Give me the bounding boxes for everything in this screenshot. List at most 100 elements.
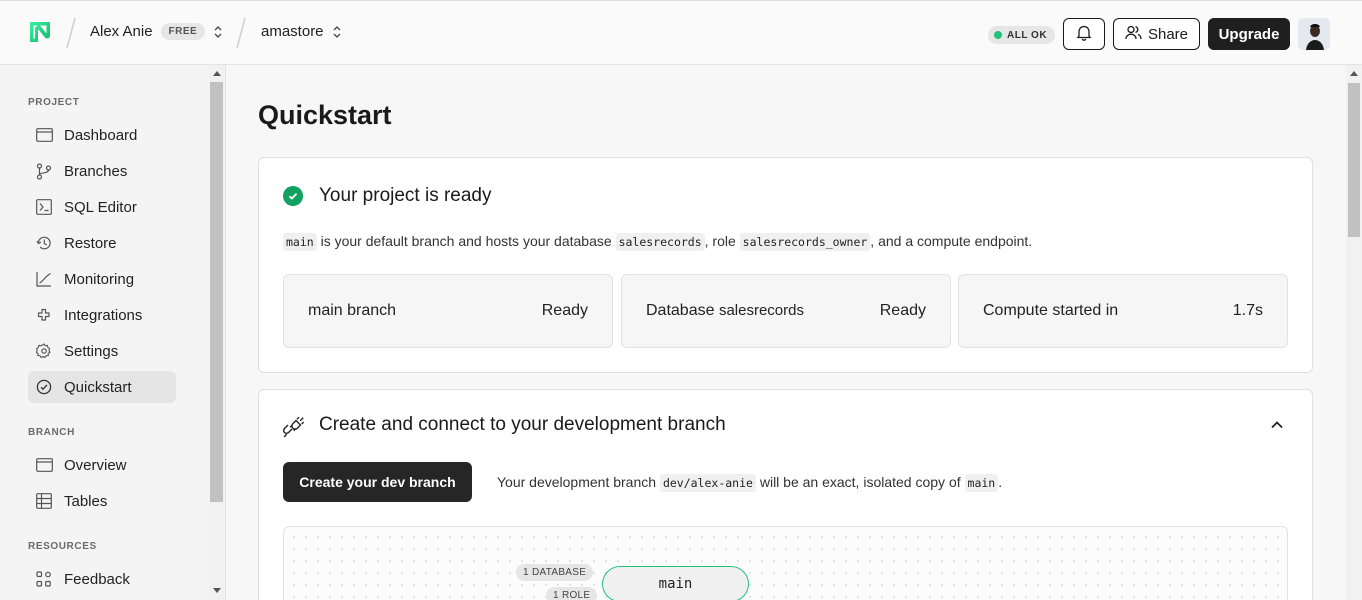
sidebar-item-label: Monitoring	[64, 270, 135, 288]
status-badge[interactable]: ALL OK	[988, 26, 1056, 44]
monitoring-icon	[35, 270, 53, 288]
sidebar-item-tables[interactable]: Tables	[28, 485, 176, 517]
dev-branch-code: dev/alex-anie	[659, 474, 756, 492]
sidebar-item-feedback[interactable]: Feedback	[28, 563, 176, 595]
main-branch-node[interactable]: main	[602, 566, 749, 600]
gear-icon	[35, 342, 53, 360]
project-switcher[interactable]: amastore	[261, 23, 342, 40]
sidebar-item-sql-editor[interactable]: SQL Editor	[28, 191, 176, 223]
description-text: , role	[704, 233, 736, 249]
branch-graph: 1 DATABASE 1 ROLE main	[283, 526, 1288, 600]
sidebar-item-quickstart[interactable]: Quickstart	[28, 371, 176, 403]
plan-badge: FREE	[160, 23, 206, 40]
sidebar-item-label: Settings	[64, 342, 119, 360]
feedback-icon	[35, 570, 53, 588]
branch-status-tile: main branch Ready	[283, 274, 613, 348]
sidebar: PROJECT Dashboard Branches SQL Editor Re…	[0, 65, 226, 600]
sidebar-item-label: Tables	[64, 492, 108, 510]
card-title: Create and connect to your development b…	[319, 414, 726, 435]
sidebar-item-label: Overview	[64, 456, 127, 474]
sidebar-item-label: Feedback	[64, 570, 130, 588]
status-dot-icon	[994, 31, 1002, 39]
dev-branch-card: Create and connect to your development b…	[258, 389, 1313, 600]
description-text: .	[998, 474, 1003, 490]
share-button[interactable]: Share	[1113, 18, 1200, 50]
create-dev-branch-button[interactable]: Create your dev branch	[283, 462, 472, 502]
branches-icon	[35, 162, 53, 180]
top-bar: Alex Anie FREE amastore ALL OK Share Upg…	[0, 0, 1362, 65]
dev-branch-description: Your development branch dev/alex-anie wi…	[497, 474, 1003, 492]
breadcrumb-separator	[66, 17, 76, 49]
section-label-branch: BRANCH	[28, 427, 75, 438]
table-icon	[35, 492, 53, 510]
section-label-project: PROJECT	[28, 97, 80, 108]
sidebar-item-label: Restore	[64, 234, 117, 252]
sidebar-item-label: Quickstart	[64, 378, 132, 396]
project-name: amastore	[261, 23, 324, 40]
sidebar-item-dashboard[interactable]: Dashboard	[28, 119, 176, 151]
description-text: Your development branch	[497, 474, 657, 490]
scroll-up-arrow-icon[interactable]	[213, 71, 221, 76]
page-title: Quickstart	[258, 100, 392, 130]
branch-code: main	[283, 233, 317, 251]
project-ready-card: Your project is ready main is your defau…	[258, 157, 1313, 373]
neon-logo-icon[interactable]	[28, 20, 52, 44]
stat-value: Ready	[879, 302, 926, 319]
account-switcher[interactable]: Alex Anie FREE	[90, 23, 223, 40]
sidebar-item-settings[interactable]: Settings	[28, 335, 176, 367]
sidebar-item-integrations[interactable]: Integrations	[28, 299, 176, 331]
scroll-down-arrow-icon[interactable]	[213, 588, 221, 593]
role-count-tag: 1 ROLE	[546, 587, 598, 600]
check-circle-icon	[35, 378, 53, 396]
integrations-icon	[35, 306, 53, 324]
main-branch-code: main	[964, 474, 999, 492]
compute-status-tile: Compute started in 1.7s	[958, 274, 1288, 348]
project-description: main is your default branch and hosts yo…	[283, 233, 1033, 251]
sidebar-item-branches[interactable]: Branches	[28, 155, 176, 187]
chevron-updown-icon	[213, 24, 223, 40]
database-status-tile: Database salesrecords Ready	[621, 274, 951, 348]
stat-label-prefix: Database	[646, 302, 715, 319]
share-label: Share	[1147, 25, 1189, 43]
page-scroll-up-arrow-icon[interactable]	[1350, 71, 1358, 76]
overview-icon	[35, 456, 53, 474]
dashboard-icon	[35, 126, 53, 144]
avatar[interactable]	[1298, 18, 1330, 50]
stat-value: Ready	[541, 302, 588, 319]
section-label-resources: RESOURCES	[28, 541, 97, 552]
users-icon	[1125, 25, 1142, 44]
stat-label: main branch	[308, 302, 397, 319]
bell-icon	[1076, 24, 1092, 45]
main-content: Quickstart Your project is ready main is…	[226, 65, 1346, 600]
breadcrumb-separator	[236, 17, 246, 49]
stat-label: Compute started in	[983, 302, 1119, 319]
role-code: salesrecords_owner	[739, 233, 871, 251]
card-title: Your project is ready	[319, 185, 492, 206]
sidebar-item-monitoring[interactable]: Monitoring	[28, 263, 176, 295]
account-name: Alex Anie	[90, 23, 153, 40]
sidebar-scrollbar-thumb[interactable]	[210, 82, 223, 502]
sidebar-item-label: SQL Editor	[64, 198, 137, 216]
database-code: salesrecords	[615, 233, 705, 251]
database-count-tag: 1 DATABASE	[516, 564, 594, 581]
sidebar-item-overview[interactable]: Overview	[28, 449, 176, 481]
status-text: ALL OK	[1007, 29, 1048, 41]
chevron-updown-icon	[332, 24, 342, 40]
restore-icon	[35, 234, 53, 252]
notifications-button[interactable]	[1063, 18, 1105, 50]
check-circle-icon	[283, 186, 303, 206]
page-scrollbar-thumb[interactable]	[1348, 83, 1360, 237]
stat-label-db: salesrecords	[718, 302, 804, 319]
sidebar-item-label: Branches	[64, 162, 128, 180]
description-text: , and a compute endpoint.	[870, 233, 1033, 249]
upgrade-button[interactable]: Upgrade	[1208, 18, 1290, 50]
description-text: will be an exact, isolated copy of	[759, 474, 961, 490]
sidebar-item-label: Dashboard	[64, 126, 138, 144]
chevron-up-icon[interactable]	[1270, 418, 1284, 432]
stat-value: 1.7s	[1232, 302, 1263, 319]
sidebar-item-restore[interactable]: Restore	[28, 227, 176, 259]
stat-label: Database salesrecords	[646, 302, 804, 320]
sidebar-item-label: Integrations	[64, 306, 143, 324]
plug-icon	[282, 416, 305, 438]
description-text: is your default branch and hosts your da…	[320, 233, 612, 249]
